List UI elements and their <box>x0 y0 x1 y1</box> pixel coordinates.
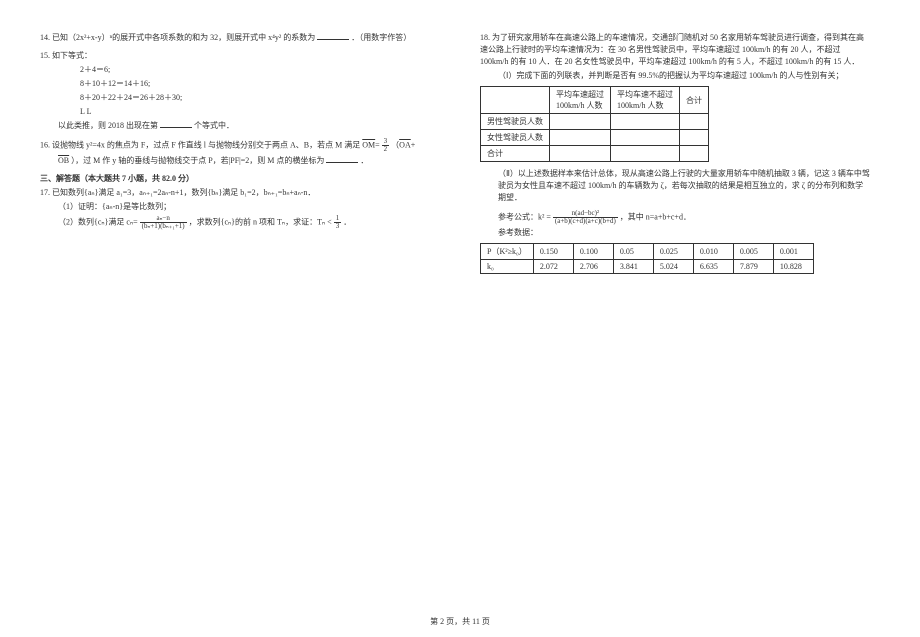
q17-frac-c: aₙ−n (bₙ+1)(bₙ₊₁+1) <box>140 215 187 230</box>
q15-conc2: 个等式中． <box>194 121 234 130</box>
q14-text2: ．（用数字作答） <box>351 33 411 42</box>
page-footer: 第 2 页，共 11 页 <box>0 616 920 627</box>
q18-p1: 为了研究家用轿车在高速公路上的车速情况，交通部门随机对 50 名家用轿车驾驶员进… <box>480 33 864 66</box>
q17-label: 17. <box>40 188 50 197</box>
q16-label: 16. <box>40 140 50 149</box>
q15-line2: 8＋10＋12＝14＋16; <box>40 78 450 90</box>
q16-frac: 3 2 <box>382 138 390 153</box>
q15-conclusion: 以此类推，则 2018 出现在第 个等式中． <box>40 120 450 132</box>
q18-ref-label: 参考数据： <box>480 227 870 239</box>
q18-head: 18. 为了研究家用轿车在高速公路上的车速情况，交通部门随机对 50 名家用轿车… <box>480 32 870 68</box>
q15-line3: 8＋20＋22＋24＝26＋28＋30; <box>40 92 450 104</box>
q15-line1: 2＋4＝6; <box>40 64 450 76</box>
q18-table2: P（K²≥k₀） 0.150 0.100 0.05 0.025 0.010 0.… <box>480 243 814 274</box>
table-row: 男性驾驶员人数 <box>481 114 709 130</box>
table-row: 合计 <box>481 146 709 162</box>
q16-vec-om: OM <box>362 140 375 149</box>
q14-blank <box>317 32 349 40</box>
q17-sub1: （1）证明：{aₙ-n}是等比数列； <box>40 201 450 213</box>
q18-formula: 参考公式：k² = n(ad−bc)² (a+b)(c+d)(a+c)(b+d)… <box>480 210 870 225</box>
q16: 16. 设抛物线 y²=4x 的焦点为 F，过点 F 作直线 l 与抛物线分别交… <box>40 138 450 153</box>
table-row: k₀ 2.072 2.706 3.841 5.024 6.635 7.879 1… <box>481 260 814 274</box>
q15-head: 15. 如下等式： <box>40 50 450 62</box>
q18-table1: 平均车速超过 100km/h 人数 平均车速不超过 100km/h 人数 合计 … <box>480 86 709 162</box>
q17-frac-t: 1 3 <box>334 215 342 230</box>
q18-formula-label: 参考公式：k² = <box>498 212 551 221</box>
q16-text1: 设抛物线 y²=4x 的焦点为 F，过点 F 作直线 l 与抛物线分别交于两点 … <box>52 140 360 149</box>
q16-blank <box>326 155 358 163</box>
q18-p2: （Ⅰ）完成下面的列联表，并判断是否有 99.5%的把握认为平均车速超过 100k… <box>480 70 870 82</box>
q17-sub2a: （2）数列{cₙ}满足 cₙ= <box>58 217 138 226</box>
q17-sub2b: ，求数列{cₙ}的前 n 项和 Tₙ，求证：Tₙ < <box>189 217 332 226</box>
q16-vec-ob: OB <box>58 156 69 165</box>
q16-text2: ），过 M 作 y 轴的垂线与抛物线交于点 P，若|PF|=2，则 M 点的横坐… <box>71 156 324 165</box>
table-row: P（K²≥k₀） 0.150 0.100 0.05 0.025 0.010 0.… <box>481 244 814 260</box>
q17-intro: 已知数列{aₙ}满足 a₁=3，aₙ₊₁=2aₙ-n+1，数列{bₙ}满足 b₁… <box>52 188 315 197</box>
q18-p3: （Ⅱ）以上述数据样本来估计总体，现从高速公路上行驶的大量家用轿车中随机抽取 3 … <box>480 168 870 204</box>
q15-label: 15. <box>40 51 50 60</box>
q17-head: 17. 已知数列{aₙ}满足 a₁=3，aₙ₊₁=2aₙ-n+1，数列{bₙ}满… <box>40 187 450 199</box>
table-row: 平均车速超过 100km/h 人数 平均车速不超过 100km/h 人数 合计 <box>481 87 709 114</box>
q18-formula-tail: ，其中 n=a+b+c+d． <box>620 212 691 221</box>
q14: 14. 已知（2x²+x-y）ⁿ的展开式中各项系数的和为 32，则展开式中 x⁴… <box>40 32 450 44</box>
q15-intro: 如下等式： <box>52 51 92 60</box>
q18-label: 18. <box>480 33 490 42</box>
q17-sub2: （2）数列{cₙ}满足 cₙ= aₙ−n (bₙ+1)(bₙ₊₁+1) ，求数列… <box>40 215 450 230</box>
q15-blank <box>160 120 192 128</box>
q18-formula-frac: n(ad−bc)² (a+b)(c+d)(a+c)(b+d) <box>553 210 618 225</box>
table-row: 女性驾驶员人数 <box>481 130 709 146</box>
q15-line4: L L <box>40 106 450 118</box>
section-3-title: 三、解答题（本大题共 7 小题，共 82.0 分） <box>40 173 450 185</box>
q14-text1: 已知（2x²+x-y）ⁿ的展开式中各项系数的和为 32，则展开式中 x⁴y² 的… <box>52 33 315 42</box>
q16-text3: ． <box>360 156 368 165</box>
q14-label: 14. <box>40 33 50 42</box>
q15-conc1: 以此类推，则 2018 出现在第 <box>58 121 158 130</box>
q17-sub2c: ． <box>343 217 351 226</box>
q16-vec-oa: OA <box>399 140 411 149</box>
q16-cont: OB ），过 M 作 y 轴的垂线与抛物线交于点 P，若|PF|=2，则 M 点… <box>40 155 450 167</box>
